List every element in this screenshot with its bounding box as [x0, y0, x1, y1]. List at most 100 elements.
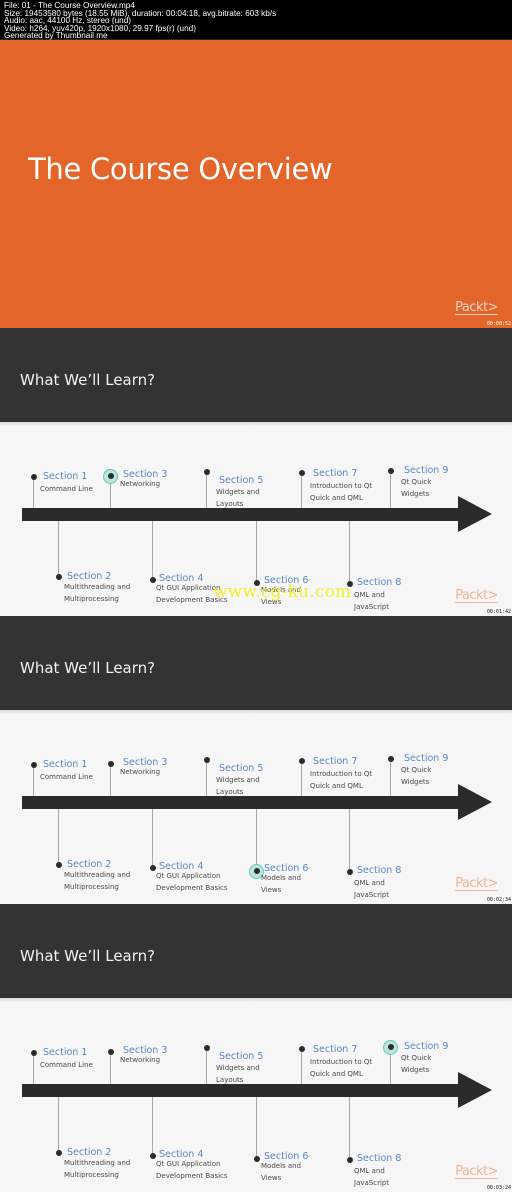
milestone-dot-icon: [387, 1044, 394, 1050]
milestone-dot-icon: [387, 756, 394, 762]
section-description: QML and JavaScript: [354, 591, 390, 611]
section-description: Command Line: [40, 1061, 93, 1069]
section-label: Section 7: [313, 468, 358, 479]
section-description: Qt Quick Widgets: [401, 766, 432, 786]
milestone-stem: [256, 521, 257, 583]
section-label: Section 7: [313, 756, 358, 767]
section-label: Section 9: [404, 1041, 449, 1052]
packt-logo: Packt>: [455, 1164, 498, 1179]
title-band: What We’ll Learn?: [0, 328, 512, 422]
thumbnail-timestamp: 00:02:34: [486, 897, 511, 903]
thumbnail-timestamp: 00:03:24: [486, 1185, 511, 1191]
section-description: Networking: [120, 480, 161, 488]
section-description: Introduction to Qt Quick and QML: [310, 770, 373, 790]
milestone-dot-icon: [149, 865, 156, 871]
milestone-dot-icon: [298, 470, 305, 476]
milestone-dot-icon: [149, 577, 156, 583]
milestone-dot-icon: [107, 1049, 114, 1055]
band-shadow: [0, 998, 512, 1002]
section-label: Section 5: [219, 763, 264, 774]
packt-logo: Packt>: [455, 876, 498, 891]
slide-title: What We’ll Learn?: [20, 947, 156, 965]
section-description: Widgets and Layouts: [216, 488, 260, 508]
section-label: Section 9: [404, 753, 449, 764]
section-label: Section 7: [313, 1044, 358, 1055]
timeline-arrow-head-icon: [458, 1072, 492, 1108]
section-description: Qt Quick Widgets: [401, 478, 432, 498]
milestone-stem: [206, 1048, 207, 1084]
milestone-stem: [33, 477, 34, 508]
milestone-stem: [58, 1097, 59, 1153]
slide-title: The Course Overview: [28, 152, 333, 186]
section-description: Qt Quick Widgets: [401, 1054, 432, 1074]
milestone-stem: [256, 809, 257, 871]
section-label: Section 5: [219, 475, 264, 486]
milestone-dot-icon: [107, 761, 114, 767]
milestone-dot-icon: [346, 1157, 353, 1163]
section-label: Section 1: [43, 471, 88, 482]
section-description: Qt GUI Application Development Basics: [156, 872, 228, 892]
thumbnail-timeline-slide: What We’ll Learn? Packt> 00:01:42 Sectio…: [0, 328, 512, 616]
milestone-dot-icon: [30, 762, 37, 768]
info-generator: Generated by Thumbnail me: [4, 31, 108, 41]
milestone-stem: [206, 472, 207, 508]
section-label: Section 9: [404, 465, 449, 476]
milestone-stem: [301, 473, 302, 508]
watermark-text: www.cg-ku.com: [213, 582, 352, 602]
milestone-dot-icon: [55, 574, 62, 580]
title-band: What We’ll Learn?: [0, 616, 512, 710]
milestone-dot-icon: [203, 1045, 210, 1051]
section-label: Section 1: [43, 1047, 88, 1058]
milestone-stem: [256, 1097, 257, 1159]
section-description: Networking: [120, 1056, 161, 1064]
milestone-dot-icon: [387, 468, 394, 474]
milestone-stem: [58, 521, 59, 577]
packt-logo: Packt>: [455, 300, 498, 315]
milestone-stem: [349, 809, 350, 872]
section-label: Section 8: [357, 865, 402, 876]
milestone-stem: [152, 521, 153, 580]
milestone-stem: [301, 761, 302, 796]
milestone-stem: [152, 809, 153, 868]
timeline-arrow-head-icon: [458, 496, 492, 532]
section-description: Widgets and Layouts: [216, 1064, 260, 1084]
milestone-dot-icon: [30, 474, 37, 480]
title-band: What We’ll Learn?: [0, 904, 512, 998]
packt-logo: Packt>: [455, 588, 498, 603]
milestone-stem: [152, 1097, 153, 1156]
section-description: Widgets and Layouts: [216, 776, 260, 796]
section-description: Networking: [120, 768, 161, 776]
section-description: Command Line: [40, 485, 93, 493]
milestone-stem: [206, 760, 207, 796]
milestone-dot-icon: [30, 1050, 37, 1056]
section-description: Multithreading and Multiprocessing: [64, 583, 131, 603]
section-description: Introduction to Qt Quick and QML: [310, 1058, 373, 1078]
section-label: Section 8: [357, 1153, 402, 1164]
section-description: Qt GUI Application Development Basics: [156, 1160, 228, 1180]
milestone-dot-icon: [107, 473, 114, 479]
section-description: QML and JavaScript: [354, 879, 390, 899]
section-label: Section 8: [357, 577, 402, 588]
milestone-dot-icon: [253, 868, 260, 874]
section-description: Command Line: [40, 773, 93, 781]
milestone-stem: [110, 764, 111, 796]
milestone-stem: [390, 471, 391, 508]
milestone-dot-icon: [203, 757, 210, 763]
section-description: Models and Views: [261, 874, 302, 894]
milestone-dot-icon: [298, 1046, 305, 1052]
section-description: Introduction to Qt Quick and QML: [310, 482, 373, 502]
thumbnail-title-slide: The Course Overview Packt> 00:00:52: [0, 40, 512, 328]
milestone-dot-icon: [298, 758, 305, 764]
milestone-stem: [33, 1053, 34, 1084]
band-shadow: [0, 422, 512, 426]
thumbnail-timeline-slide: What We’ll Learn? Packt> 00:02:34 Sectio…: [0, 616, 512, 904]
milestone-stem: [349, 1097, 350, 1160]
milestone-dot-icon: [55, 862, 62, 868]
timeline-arrow-head-icon: [458, 784, 492, 820]
thumbnail-timeline-slide: What We’ll Learn? Packt> 00:03:24 Sectio…: [0, 904, 512, 1192]
section-description: Models and Views: [261, 1162, 302, 1182]
milestone-stem: [110, 1052, 111, 1084]
section-description: QML and JavaScript: [354, 1167, 390, 1187]
section-label: Section 5: [219, 1051, 264, 1062]
thumbnail-timestamp: 00:01:42: [486, 609, 511, 615]
